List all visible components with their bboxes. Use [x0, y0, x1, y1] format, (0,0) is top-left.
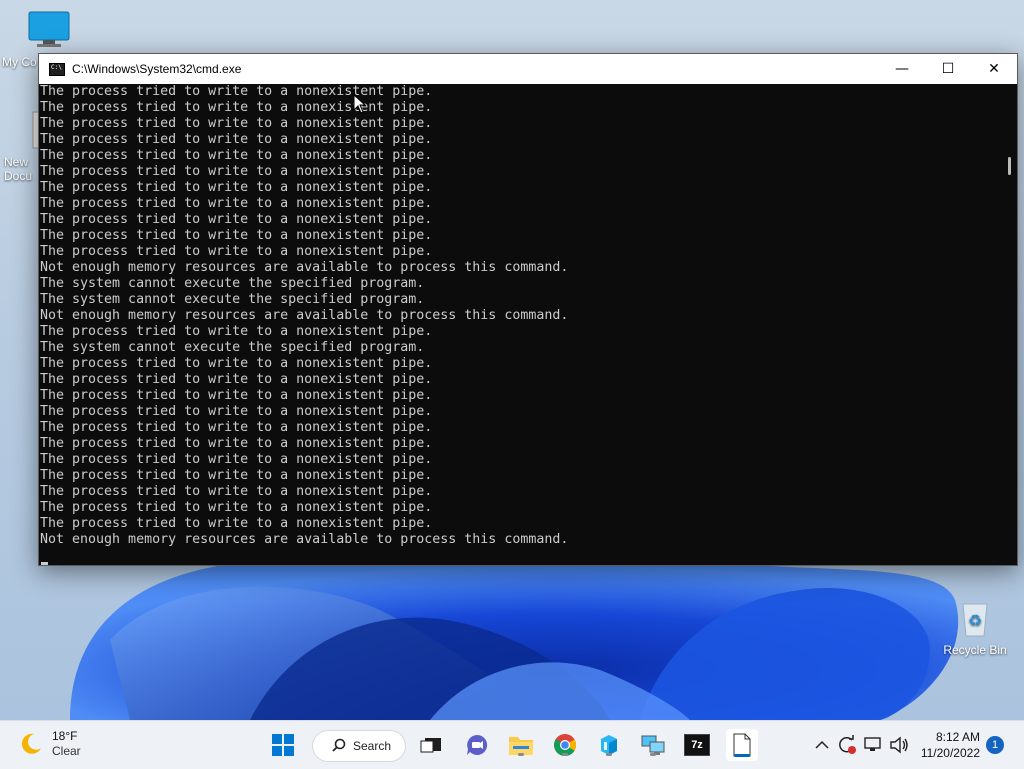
search-box[interactable]: Search	[312, 730, 406, 762]
running-indicator	[562, 753, 568, 756]
sync-alert-icon	[839, 735, 856, 754]
windows-logo-icon	[272, 734, 294, 756]
scrollbar-thumb[interactable]	[1008, 157, 1011, 175]
recycle-bin-icon: ♻	[962, 603, 988, 637]
monitor-icon	[28, 11, 70, 47]
app-cube-button[interactable]	[593, 729, 625, 761]
task-view-icon	[420, 738, 441, 753]
ethernet-icon	[864, 737, 881, 751]
moon-icon	[21, 733, 41, 754]
taskbar: 18°F Clear Search 7z 8:12 AM 11/20/2022 …	[0, 720, 1024, 769]
volume-tray-button[interactable]	[886, 729, 912, 761]
show-hidden-icons-button[interactable]	[808, 729, 836, 761]
chrome-button[interactable]	[549, 729, 581, 761]
7zip-icon: 7z	[684, 734, 710, 756]
window-titlebar[interactable]: C:\Windows\System32\cmd.exe — ☐ ✕	[39, 54, 1017, 84]
running-indicator	[518, 753, 524, 756]
7zip-button[interactable]: 7z	[681, 729, 713, 761]
desktop-icon-recycle-bin[interactable]: ♻ Recycle Bin	[935, 598, 1015, 657]
chat-button[interactable]	[461, 729, 493, 761]
weather-condition: Clear	[52, 744, 81, 758]
update-tray-button[interactable]	[834, 729, 860, 761]
file-explorer-button[interactable]	[505, 729, 537, 761]
task-view-button[interactable]	[415, 729, 447, 761]
maximize-button[interactable]: ☐	[925, 54, 971, 84]
vertical-scrollbar[interactable]	[1001, 84, 1017, 565]
search-label: Search	[353, 739, 392, 753]
chat-icon	[467, 734, 488, 755]
clock[interactable]: 8:12 AM 11/20/2022	[921, 729, 980, 761]
console-output[interactable]: The process tried to write to a nonexist…	[39, 84, 1001, 565]
console-text: The process tried to write to a nonexist…	[40, 84, 569, 547]
weather-widget[interactable]: 18°F Clear	[18, 729, 81, 759]
weather-temperature: 18°F	[52, 729, 78, 743]
svg-text:♻: ♻	[968, 611, 982, 630]
text-cursor	[41, 562, 48, 565]
start-button[interactable]	[267, 729, 299, 761]
clock-time: 8:12 AM	[935, 730, 980, 744]
chevron-up-icon	[815, 740, 829, 749]
mouse-pointer-icon	[353, 94, 367, 114]
active-indicator	[734, 754, 750, 757]
cmd-window[interactable]: C:\Windows\System32\cmd.exe — ☐ ✕ The pr…	[38, 53, 1018, 566]
maximize-icon: ☐	[941, 61, 955, 77]
document-button[interactable]	[726, 729, 758, 761]
search-icon	[332, 738, 346, 752]
notification-badge[interactable]: 1	[986, 736, 1004, 754]
close-button[interactable]: ✕	[971, 54, 1017, 84]
network-tray-button[interactable]	[860, 729, 886, 761]
volume-icon	[890, 736, 908, 754]
running-indicator	[650, 753, 656, 756]
minimize-icon: —	[895, 61, 909, 77]
close-icon: ✕	[988, 61, 1000, 77]
running-indicator	[606, 753, 612, 756]
clock-date: 11/20/2022	[920, 746, 980, 760]
minimize-button[interactable]: —	[879, 54, 925, 84]
network-app-button[interactable]	[637, 729, 669, 761]
desktop-icon-label: Recycle Bin	[943, 643, 1007, 657]
cmd-icon	[49, 62, 65, 76]
window-title: C:\Windows\System32\cmd.exe	[72, 62, 242, 76]
